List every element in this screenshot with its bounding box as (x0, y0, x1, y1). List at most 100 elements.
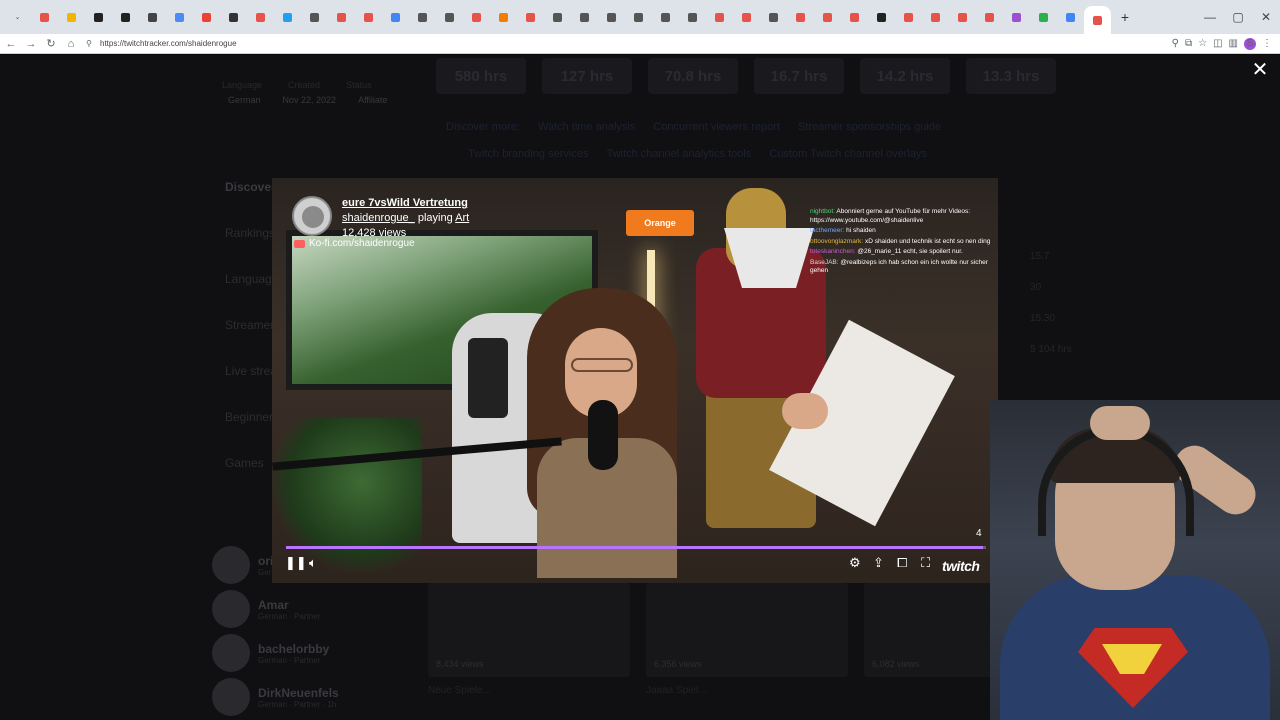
clip-thumbnail[interactable]: 6,356 views (646, 583, 848, 677)
browser-tab[interactable] (1003, 4, 1030, 30)
clip-caption[interactable]: Jaaaa Spiel... (646, 685, 848, 696)
avatar (212, 590, 250, 628)
progress-bar[interactable] (286, 546, 986, 549)
browser-tab[interactable] (598, 4, 625, 30)
fullscreen-icon[interactable]: ⛶ (921, 556, 930, 571)
browser-tab[interactable] (490, 4, 517, 30)
browser-tab[interactable] (85, 4, 112, 30)
clip-caption[interactable]: Neue Spiele... (428, 685, 630, 696)
browser-tab[interactable] (733, 4, 760, 30)
browser-tab[interactable] (706, 4, 733, 30)
browser-tab[interactable] (1030, 4, 1057, 30)
browser-tab[interactable] (139, 4, 166, 30)
new-tab-icon[interactable]: + (1115, 9, 1135, 25)
browser-tab[interactable] (544, 4, 571, 30)
tab-favicon-icon (1011, 12, 1021, 22)
discover-link[interactable]: Concurrent viewers report (653, 121, 780, 133)
browser-tab[interactable] (571, 4, 598, 30)
browser-tab[interactable] (382, 4, 409, 30)
browser-tab[interactable] (949, 4, 976, 30)
streamer-row[interactable]: bachelorbby German · Partner (212, 631, 339, 675)
browser-tab[interactable] (328, 4, 355, 30)
game-link[interactable]: Art (455, 212, 469, 224)
profile-avatar[interactable]: S (1244, 37, 1256, 50)
browser-tab[interactable] (301, 4, 328, 30)
browser-tab[interactable] (841, 4, 868, 30)
pause-icon[interactable]: ❚❚ (285, 556, 307, 571)
browser-tab[interactable] (976, 4, 1003, 30)
video-player[interactable]: Orange eure 7vsWild Vertretung shaidenro… (272, 178, 998, 583)
browser-tab[interactable] (355, 4, 382, 30)
browser-tab[interactable] (409, 4, 436, 30)
discover-link[interactable]: Streamer sponsorships guide (798, 121, 941, 133)
clip-thumbnail[interactable]: 8,434 views (428, 583, 630, 677)
menu-kebab-icon[interactable]: ⋮ (1262, 38, 1272, 49)
share-icon[interactable]: ⇪ (873, 556, 884, 571)
stat-value: 14.2 hrs (860, 58, 950, 94)
tab-favicon-icon (1092, 15, 1102, 25)
avatar (212, 634, 250, 672)
zoom-icon[interactable]: ⚲ (1172, 38, 1179, 49)
sidebar-icon[interactable]: ▥ (1229, 38, 1238, 49)
modal-close-icon[interactable]: ✕ (1250, 59, 1270, 80)
minimize-icon[interactable]: — (1196, 10, 1224, 24)
stream-title[interactable]: eure 7vsWild Vertretung (342, 196, 469, 211)
browser-tab[interactable] (787, 4, 814, 30)
browser-tab[interactable] (166, 4, 193, 30)
tab-favicon-icon (579, 12, 589, 22)
channel-avatar[interactable] (292, 196, 332, 236)
tab-favicon-icon (282, 12, 292, 22)
streamer-row[interactable]: DirkNeuenfels German · Partner · 1h (212, 675, 339, 719)
extensions-icon[interactable]: ◫ (1213, 38, 1222, 49)
cast-icon[interactable]: ⧠ (897, 556, 907, 571)
twitch-logo[interactable]: twitch (942, 558, 980, 574)
discover-link[interactable]: Custom Twitch channel overlays (769, 148, 927, 160)
player-controls: ❚❚ 🔈︎ ⚙ ⇪ ⧠ ⛶ twitch (272, 556, 998, 578)
forward-icon[interactable]: → (22, 38, 40, 50)
window-close-icon[interactable]: ✕ (1252, 10, 1280, 24)
back-icon[interactable]: ← (2, 38, 20, 50)
bookmark-star-icon[interactable]: ☆ (1198, 38, 1207, 49)
browser-tab[interactable] (58, 4, 85, 30)
tab-favicon-icon (903, 12, 913, 22)
url-field[interactable]: ⚲ https://twitchtracker.com/shaidenrogue (86, 36, 1136, 52)
discover-link[interactable]: Discover more: (446, 121, 520, 133)
browser-tab[interactable] (1057, 4, 1084, 30)
gear-icon[interactable]: ⚙ (849, 556, 861, 571)
site-info-icon[interactable]: ⚲ (86, 39, 100, 48)
browser-tab[interactable] (436, 4, 463, 30)
meta-label: Language (222, 80, 263, 90)
volume-icon[interactable]: 🔈︎ (309, 556, 317, 571)
stat-value: 13.3 hrs (966, 58, 1056, 94)
streamer-name: bachelorbby (258, 641, 330, 656)
reload-icon[interactable]: ↻ (42, 37, 60, 50)
browser-tab[interactable] (193, 4, 220, 30)
browser-tab[interactable] (31, 4, 58, 30)
discover-link[interactable]: Twitch channel analytics tools (606, 148, 751, 160)
browser-tab[interactable] (463, 4, 490, 30)
browser-tab[interactable] (1084, 6, 1111, 34)
meta-value: Nov 22, 2022 (282, 95, 337, 105)
browser-tab[interactable] (625, 4, 652, 30)
clip-views: 6,356 views (654, 659, 702, 669)
browser-tab[interactable] (220, 4, 247, 30)
streamer-row[interactable]: Amar German · Partner (212, 587, 339, 631)
browser-tab[interactable] (112, 4, 139, 30)
browser-tab[interactable] (922, 4, 949, 30)
install-icon[interactable]: ⧉ (1185, 38, 1192, 49)
browser-tab[interactable] (814, 4, 841, 30)
browser-tab[interactable] (274, 4, 301, 30)
browser-tab[interactable] (652, 4, 679, 30)
maximize-icon[interactable]: ▢ (1224, 10, 1252, 24)
browser-tab[interactable] (760, 4, 787, 30)
discover-link[interactable]: Watch time analysis (538, 121, 635, 133)
channel-name-link[interactable]: shaidenrogue_ (342, 212, 415, 224)
browser-tab[interactable] (679, 4, 706, 30)
browser-tab[interactable] (868, 4, 895, 30)
browser-tab[interactable] (247, 4, 274, 30)
tab-search-dropdown[interactable]: ⌄ (4, 4, 31, 30)
home-icon[interactable]: ⌂ (62, 38, 80, 50)
browser-tab[interactable] (517, 4, 544, 30)
browser-tab[interactable] (895, 4, 922, 30)
discover-link[interactable]: Twitch branding services (468, 148, 588, 160)
